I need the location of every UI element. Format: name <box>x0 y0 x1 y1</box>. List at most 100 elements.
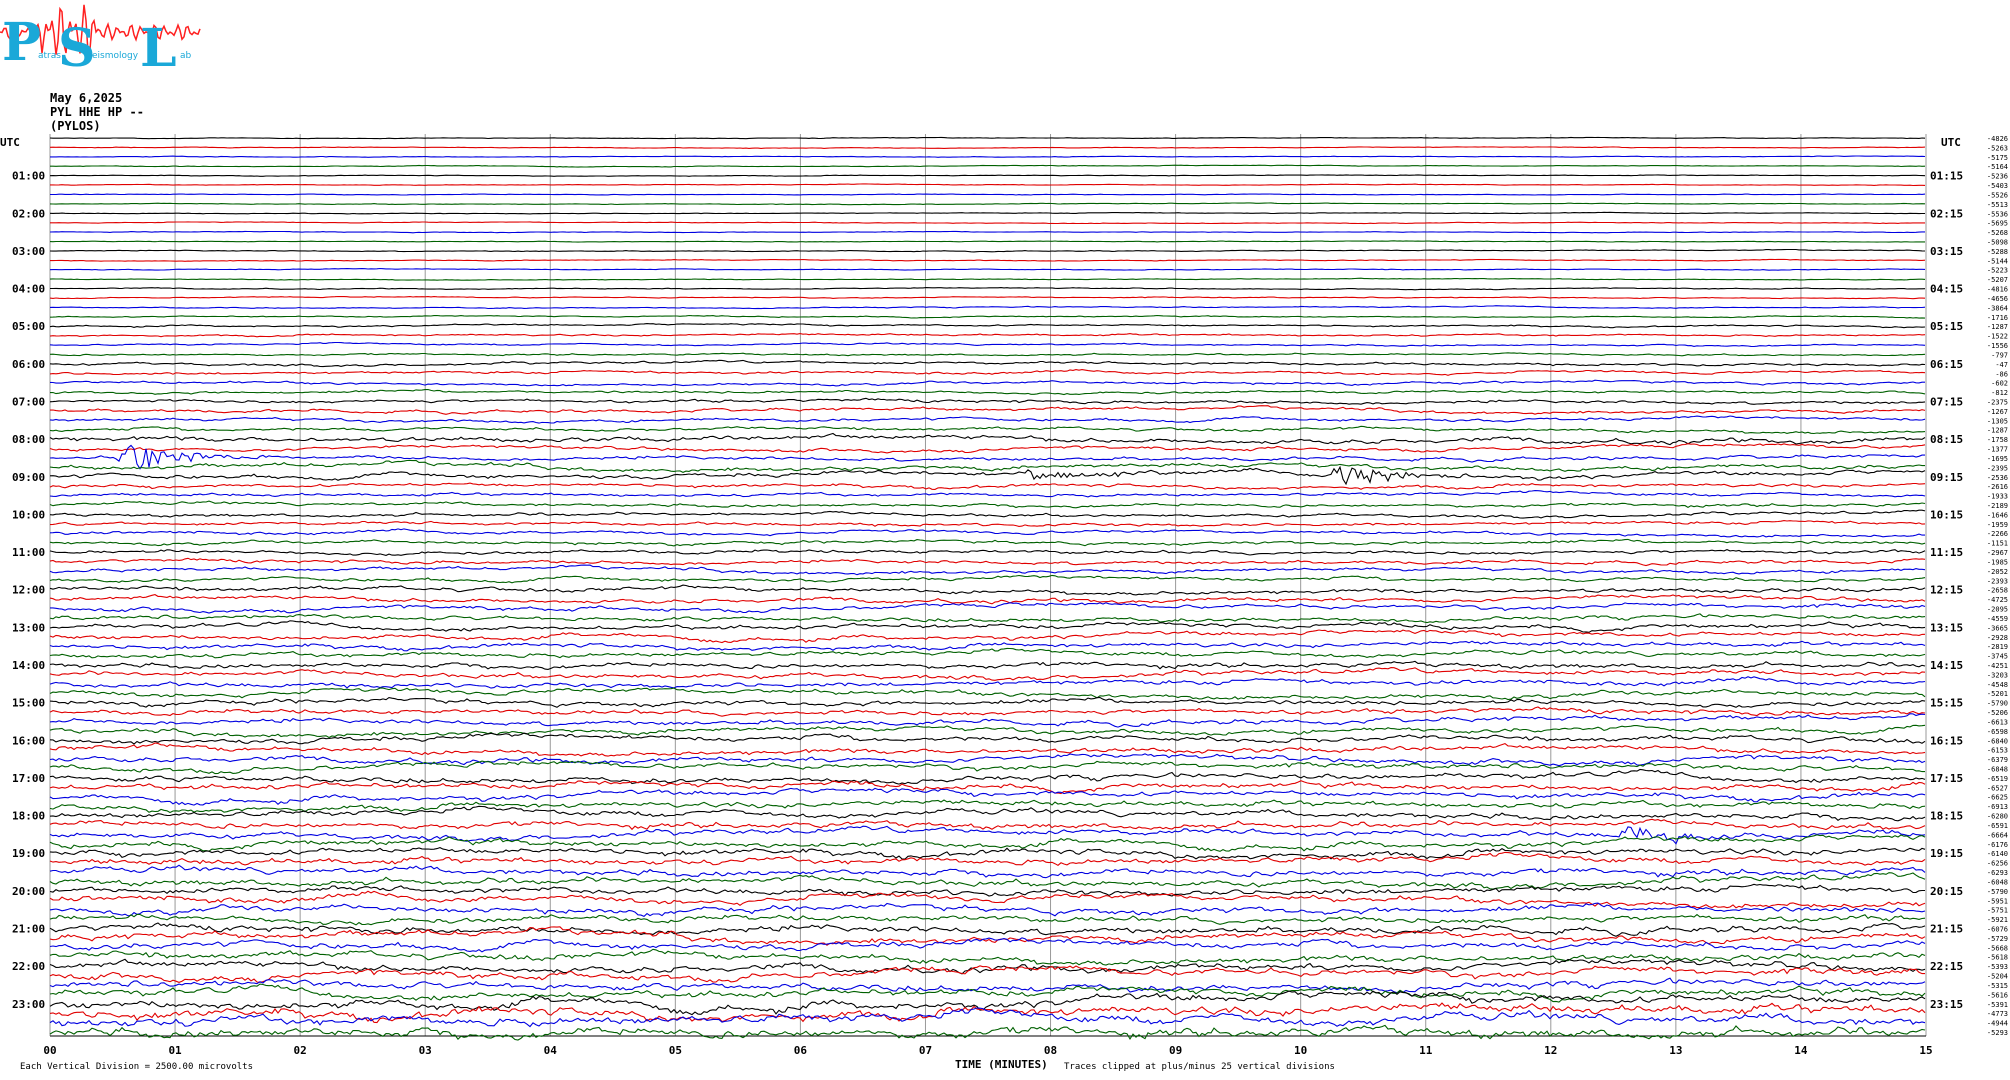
trace-89 <box>49 965 1925 983</box>
trace-offset-label: -1556 <box>1987 342 2008 350</box>
trace-1 <box>49 146 1926 149</box>
left-hour-label: 12:00 <box>12 584 45 597</box>
trace-70 <box>49 787 1926 806</box>
trace-offset-label: -5207 <box>1987 276 2008 284</box>
trace-6 <box>50 193 1926 196</box>
trace-78 <box>49 864 1926 879</box>
trace-7 <box>49 202 1926 206</box>
x-tick-label: 12 <box>1544 1044 1557 1057</box>
x-tick-label: 08 <box>1044 1044 1057 1057</box>
trace-5 <box>50 183 1926 187</box>
trace-offset-label: -1151 <box>1987 540 2008 548</box>
trace-32 <box>49 432 1926 446</box>
x-axis-label: TIME (MINUTES) <box>955 1058 1048 1071</box>
right-hour-label: 05:15 <box>1930 320 1963 333</box>
trace-94 <box>49 1007 1926 1028</box>
trace-offset-label: -2393 <box>1987 577 2008 585</box>
trace-63 <box>49 724 1926 739</box>
left-hour-label: 16:00 <box>12 734 45 747</box>
x-tick-label: 01 <box>168 1044 182 1057</box>
footer-left-note: Each Vertical Division = 2500.00 microvo… <box>20 1062 253 1072</box>
trace-66 <box>49 753 1926 767</box>
right-hour-label: 12:15 <box>1930 584 1963 597</box>
trace-offset-label: -6379 <box>1987 756 2008 764</box>
trace-offset-label: -4773 <box>1987 1010 2008 1018</box>
trace-offset-label: -1267 <box>1987 408 2008 416</box>
trace-19 <box>49 314 1926 319</box>
trace-49 <box>49 594 1926 605</box>
trace-offset-label: -5201 <box>1987 690 2008 698</box>
trace-82 <box>49 902 1926 918</box>
trace-offset-label: -2189 <box>1987 502 2008 510</box>
trace-offset-label: -5695 <box>1987 220 2008 228</box>
trace-52 <box>49 620 1926 633</box>
trace-offset-label: -1959 <box>1987 521 2008 529</box>
trace-offset-label: -5790 <box>1987 700 2008 708</box>
trace-offset-label: -5668 <box>1987 944 2008 952</box>
trace-56 <box>49 660 1926 670</box>
trace-2 <box>50 155 1926 158</box>
left-hour-label: 09:00 <box>12 471 45 484</box>
trace-95 <box>49 1024 1926 1041</box>
trace-8 <box>49 211 1925 215</box>
left-hour-label: 19:00 <box>12 847 45 860</box>
trace-offset-label: -1933 <box>1987 493 2008 501</box>
trace-offset-label: -5616 <box>1987 991 2008 999</box>
trace-29 <box>49 405 1926 415</box>
left-hour-label: 05:00 <box>12 320 45 333</box>
trace-offset-label: -5790 <box>1987 888 2008 896</box>
trace-41 <box>49 520 1926 527</box>
trace-43 <box>49 538 1926 547</box>
trace-offset-label: -86 <box>1995 370 2008 378</box>
x-tick-label: 15 <box>1919 1044 1932 1057</box>
trace-offset-label: -5223 <box>1987 267 2008 275</box>
trace-offset-label: -812 <box>1991 389 2008 397</box>
left-hour-label: 08:00 <box>12 433 45 446</box>
trace-offset-label: -6527 <box>1987 784 2008 792</box>
trace-offset-label: -1377 <box>1987 446 2008 454</box>
left-hour-label: 01:00 <box>12 170 45 183</box>
trace-24 <box>49 359 1926 368</box>
right-hour-label: 10:15 <box>1930 508 1963 521</box>
trace-offset-label: -6153 <box>1987 747 2008 755</box>
trace-12 <box>49 248 1926 253</box>
right-hour-label: 18:15 <box>1930 810 1963 823</box>
left-hour-label: 07:00 <box>12 395 45 408</box>
right-hour-label: 07:15 <box>1930 395 1963 408</box>
trace-offset-label: -2967 <box>1987 549 2008 557</box>
trace-offset-label: -1716 <box>1987 314 2008 322</box>
trace-61 <box>49 706 1926 717</box>
trace-53 <box>49 629 1926 644</box>
trace-22 <box>49 341 1926 348</box>
x-tick-label: 00 <box>43 1044 56 1057</box>
trace-35 <box>49 459 1925 474</box>
x-tick-label: 11 <box>1419 1044 1433 1057</box>
left-hour-label: 04:00 <box>12 283 45 296</box>
trace-offset-label: -4656 <box>1987 295 2008 303</box>
trace-offset-label: -1305 <box>1987 417 2008 425</box>
left-hour-label: 10:00 <box>12 508 45 521</box>
trace-offset-label: -5288 <box>1987 248 2008 256</box>
trace-offset-label: -2819 <box>1987 643 2008 651</box>
trace-25 <box>49 369 1926 376</box>
trace-57 <box>49 667 1926 681</box>
x-tick-label: 04 <box>544 1044 558 1057</box>
footer-right-note: Traces clipped at plus/minus 25 vertical… <box>1064 1062 1335 1072</box>
trace-60 <box>49 696 1926 708</box>
left-hour-label: 21:00 <box>12 922 45 935</box>
x-tick-label: 03 <box>419 1044 432 1057</box>
trace-offset-label: -2658 <box>1987 587 2008 595</box>
right-hour-label: 08:15 <box>1930 433 1963 446</box>
trace-offset-label: -1695 <box>1987 455 2008 463</box>
trace-74 <box>49 825 1926 845</box>
right-hour-label: 19:15 <box>1930 847 1963 860</box>
trace-21 <box>49 333 1926 338</box>
left-hour-label: 02:00 <box>12 207 45 220</box>
trace-45 <box>49 557 1926 567</box>
trace-27 <box>49 388 1926 396</box>
trace-offset-label: -5951 <box>1987 897 2008 905</box>
left-hour-label: 17:00 <box>12 772 45 785</box>
x-tick-label: 05 <box>669 1044 682 1057</box>
trace-offset-label: -47 <box>1995 361 2008 369</box>
trace-offset-label: -5536 <box>1987 210 2008 218</box>
